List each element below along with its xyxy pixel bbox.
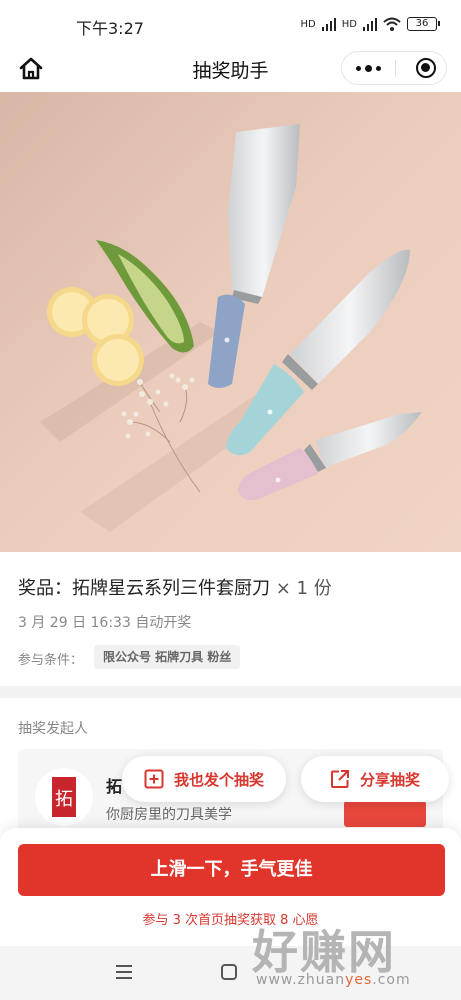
prize-info-card: 奖品：拓牌星云系列三件套厨刀 × 1 份 3 月 29 日 16:33 自动开奖… xyxy=(0,552,461,686)
sponsor-name: 拓 xyxy=(106,777,123,796)
condition-tag[interactable]: 限公众号 拓牌刀具 粉丝 xyxy=(94,645,241,669)
mini-program-capsule xyxy=(341,51,447,85)
share-lottery-label: 分享抽奖 xyxy=(359,770,420,789)
signal-icon-2 xyxy=(363,17,377,31)
watermark: 好赚网 www.zhuanyes.com xyxy=(252,916,452,992)
menu-icon[interactable] xyxy=(116,965,132,979)
share-icon xyxy=(330,770,349,788)
capsule-divider xyxy=(395,60,396,77)
more-icon[interactable] xyxy=(342,52,395,84)
prize-image[interactable] xyxy=(0,92,461,552)
status-time: 下午3:27 xyxy=(76,19,144,38)
participate-button[interactable]: 上滑一下，手气更佳 xyxy=(18,844,445,896)
condition-label: 参与条件： xyxy=(18,653,84,668)
status-bar: 下午3:27 HD HD 36 xyxy=(0,0,461,46)
signal-icon xyxy=(321,17,336,31)
battery-icon: 36 xyxy=(407,17,440,31)
share-lottery-button[interactable]: 分享抽奖 xyxy=(301,756,449,802)
network-label: HD xyxy=(300,18,316,30)
svg-text:拓: 拓 xyxy=(55,789,73,810)
status-icons: HD HD 36 xyxy=(300,17,440,31)
watermark-url: www.zhuanyes.com xyxy=(256,972,411,988)
add-square-icon xyxy=(144,769,164,789)
prize-quantity: × 1 份 xyxy=(275,578,332,599)
sponsor-section-label: 抽奖发起人 xyxy=(18,721,88,737)
create-lottery-label: 我也发个抽奖 xyxy=(173,770,264,789)
follow-button[interactable] xyxy=(344,801,426,827)
sponsor-description: 你厨房里的刀具美学 xyxy=(106,807,232,823)
create-lottery-button[interactable]: 我也发个抽奖 xyxy=(122,756,286,802)
home-key-icon[interactable] xyxy=(221,964,237,980)
prize-name: 奖品：拓牌星云系列三件套厨刀 xyxy=(18,578,270,599)
prize-title: 奖品：拓牌星云系列三件套厨刀 × 1 份 xyxy=(18,574,332,600)
draw-time: 3 月 29 日 16:33 自动开奖 xyxy=(18,615,192,631)
nav-bar: 抽奖助手 xyxy=(0,46,461,92)
wifi-icon xyxy=(383,17,401,31)
network-label-2: HD xyxy=(341,18,357,30)
close-icon[interactable] xyxy=(416,58,436,78)
avatar[interactable]: 拓 xyxy=(35,768,93,826)
